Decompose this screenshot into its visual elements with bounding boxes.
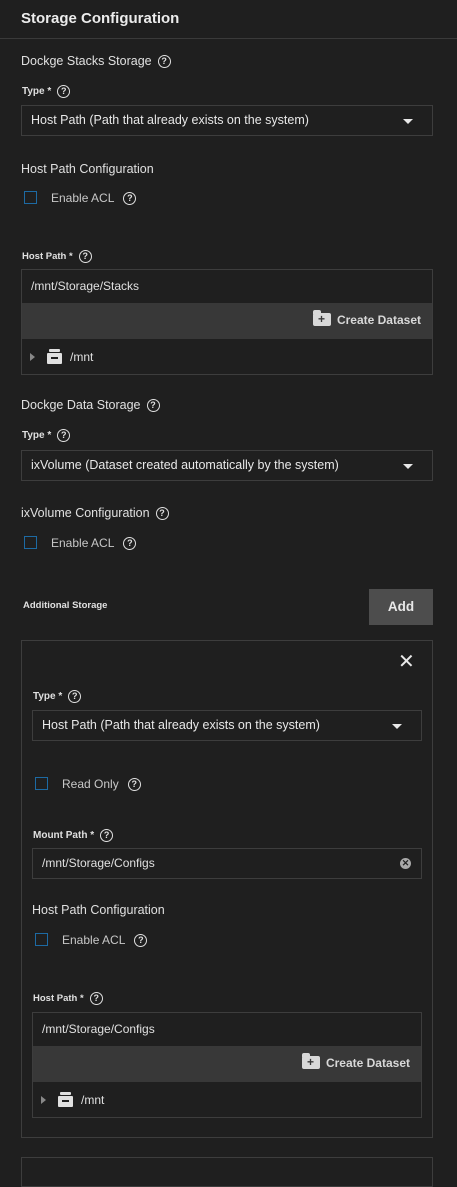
help-icon[interactable]: ? — [78, 250, 92, 263]
title-divider — [0, 38, 457, 39]
stacks-host-path-label: Host Path *? — [22, 250, 92, 263]
mount-path-label: Mount Path *? — [33, 829, 114, 842]
item-enable-acl-label: Enable ACL? — [62, 933, 148, 948]
help-icon[interactable]: ? — [57, 429, 71, 442]
dataset-icon — [58, 1092, 73, 1107]
data-enable-acl-label: Enable ACL? — [51, 536, 137, 551]
help-icon[interactable]: ? — [134, 934, 148, 948]
expand-arrow-icon[interactable] — [30, 353, 35, 361]
tree-node-mnt[interactable]: /mnt — [22, 339, 432, 375]
dataset-icon — [47, 349, 62, 364]
additional-storage-heading: Additional Storage — [23, 600, 108, 611]
caret-down-icon — [403, 464, 413, 469]
tree-node-mnt[interactable]: /mnt — [33, 1082, 421, 1118]
help-icon[interactable]: ? — [146, 399, 160, 413]
close-icon[interactable]: ✕ — [398, 652, 415, 672]
item-host-path-explorer: /mnt/Storage/Configs + Create Dataset /mn… — [32, 1012, 422, 1118]
help-icon[interactable]: ? — [68, 690, 82, 703]
folder-plus-icon: + — [301, 1053, 320, 1070]
stacks-storage-heading: Dockge Stacks Storage? — [21, 54, 171, 69]
next-storage-item — [21, 1157, 433, 1187]
help-icon[interactable]: ? — [127, 778, 141, 792]
help-icon[interactable]: ? — [100, 829, 114, 842]
item-type-select[interactable]: Host Path (Path that already exists on t… — [32, 710, 422, 741]
help-icon[interactable]: ? — [89, 992, 103, 1005]
data-storage-heading: Dockge Data Storage? — [21, 398, 160, 413]
caret-down-icon — [392, 724, 402, 729]
explorer-toolbar: + Create Dataset — [22, 303, 432, 339]
mount-path-input[interactable]: /mnt/Storage/Configs ✕ — [32, 848, 422, 879]
data-type-label: Type *? — [22, 429, 71, 442]
stacks-type-select[interactable]: Host Path (Path that already exists on t… — [21, 105, 433, 136]
help-icon[interactable]: ? — [123, 192, 137, 206]
folder-plus-icon: + — [312, 310, 331, 327]
expand-arrow-icon[interactable] — [41, 1096, 46, 1104]
read-only-label: Read Only? — [62, 777, 141, 792]
clear-icon[interactable]: ✕ — [400, 858, 411, 869]
item-host-path-config-heading: Host Path Configuration — [32, 903, 165, 917]
ixvolume-config-heading: ixVolume Configuration? — [21, 506, 169, 521]
item-type-label: Type *? — [33, 690, 82, 703]
stacks-enable-acl-checkbox[interactable] — [24, 191, 37, 204]
item-enable-acl-checkbox[interactable] — [35, 933, 48, 946]
caret-down-icon — [403, 119, 413, 124]
stacks-host-path-explorer: /mnt/Storage/Stacks + Create Dataset /mnt — [21, 269, 433, 375]
help-icon[interactable]: ? — [155, 507, 169, 521]
stacks-type-label: Type *? — [22, 85, 71, 98]
create-dataset-button[interactable]: + Create Dataset — [301, 1053, 410, 1070]
explorer-toolbar: + Create Dataset — [33, 1046, 421, 1082]
help-icon[interactable]: ? — [57, 85, 71, 98]
help-icon[interactable]: ? — [157, 55, 171, 69]
data-enable-acl-checkbox[interactable] — [24, 536, 37, 549]
create-dataset-button[interactable]: + Create Dataset — [312, 310, 421, 327]
page-title: Storage Configuration — [21, 10, 180, 27]
help-icon[interactable]: ? — [123, 537, 137, 551]
add-storage-button[interactable]: Add — [369, 589, 433, 625]
data-type-select[interactable]: ixVolume (Dataset created automatically … — [21, 450, 433, 481]
read-only-checkbox[interactable] — [35, 777, 48, 790]
additional-storage-item: ✕ Type *? Host Path (Path that already e… — [21, 640, 433, 1138]
stacks-host-path-config-heading: Host Path Configuration — [21, 162, 154, 176]
stacks-host-path-input[interactable]: /mnt/Storage/Stacks — [22, 270, 432, 303]
item-host-path-label: Host Path *? — [33, 992, 103, 1005]
item-host-path-input[interactable]: /mnt/Storage/Configs — [33, 1013, 421, 1046]
stacks-enable-acl-label: Enable ACL? — [51, 191, 137, 206]
